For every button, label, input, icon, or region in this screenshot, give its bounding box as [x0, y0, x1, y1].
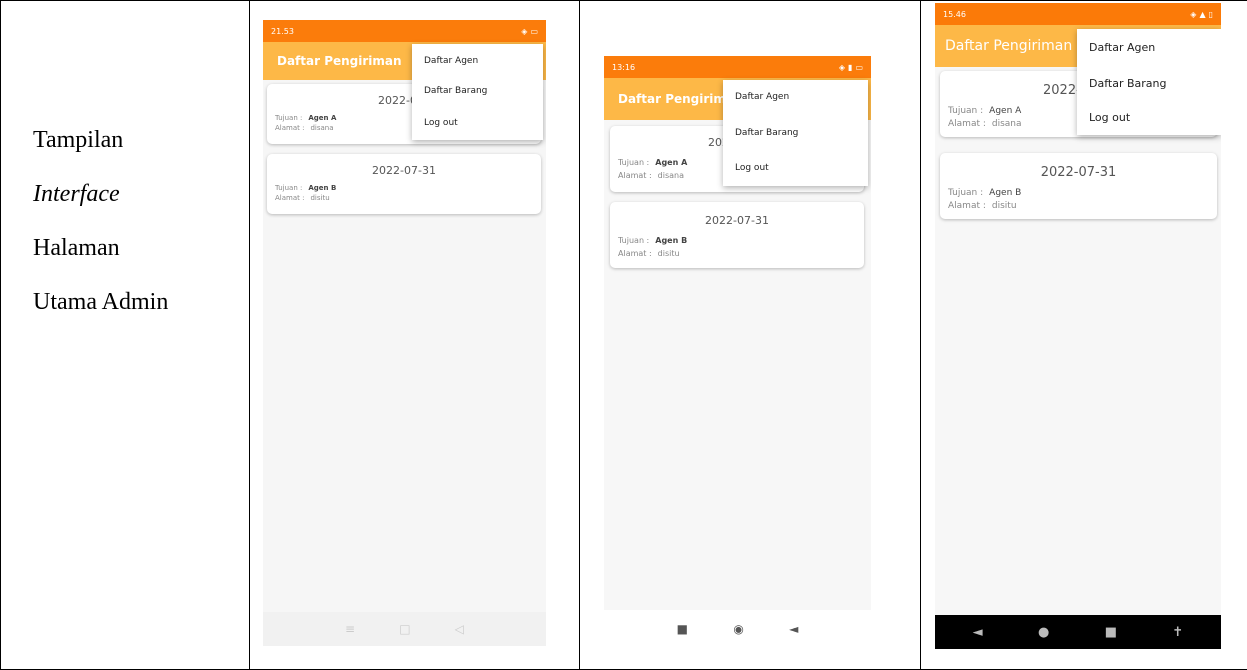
phone-screenshot-2: 13:16 ◈ ▮ ▭ Daftar Pengiriman 202 Tujuan :…: [604, 56, 871, 648]
app-title: Daftar Pengiriman: [945, 38, 1073, 54]
app-title: Daftar Pengiriman: [277, 54, 402, 68]
phone-screenshot-3: 15.46 ◈ ▲ ▯ Daftar Pengiriman 2022- Tujuan…: [935, 3, 1221, 649]
caption-line-1: Tampilan: [33, 127, 124, 153]
phone-screenshot-1: 21.53 ◈ ▭ Daftar Pengiriman 2022-07 Tujua…: [263, 20, 546, 646]
menu-item-daftar-barang[interactable]: Daftar Barang: [424, 86, 487, 96]
card-alamat-row: Alamat : disana: [948, 119, 1022, 129]
card-tujuan-row: Tujuan : Agen A: [948, 106, 1022, 116]
caption-line-3: Halaman: [33, 235, 120, 261]
recents-icon[interactable]: ■: [677, 622, 688, 636]
overflow-menu: Daftar Agen Daftar Barang Log out: [412, 44, 543, 140]
card-tujuan-row: Tujuan : Agen B: [618, 236, 688, 245]
signal-icon: ▮: [848, 62, 853, 72]
card-alamat-row: Alamat : disitu: [618, 249, 680, 258]
status-icons: ◈ ▮ ▭: [839, 63, 863, 72]
menu-item-daftar-agen[interactable]: Daftar Agen: [735, 92, 789, 102]
card-date: 2022-07-31: [372, 164, 436, 177]
status-bar: 13:16 ◈ ▮ ▭: [604, 56, 871, 78]
caption-line-4: Utama Admin: [33, 289, 169, 315]
navigation-bar: ◄ ● ■ ✝: [935, 615, 1221, 649]
status-time: 13:16: [612, 62, 636, 72]
card-date: 2022-07-31: [705, 214, 769, 227]
card-alamat-row: Alamat : disana: [275, 124, 334, 132]
menu-item-daftar-agen[interactable]: Daftar Agen: [1089, 41, 1155, 54]
menu-item-log-out[interactable]: Log out: [1089, 111, 1130, 124]
card-date: 2022-07-31: [1040, 165, 1117, 180]
menu-item-daftar-barang[interactable]: Daftar Barang: [1089, 77, 1166, 90]
card-alamat-row: Alamat : disana: [618, 171, 685, 180]
accessibility-icon[interactable]: ✝: [1172, 625, 1183, 640]
wifi-icon: ◈: [838, 62, 846, 72]
status-time: 15.46: [943, 9, 966, 19]
battery-icon: ▭: [855, 62, 863, 72]
menu-item-log-out[interactable]: Log out: [735, 163, 769, 173]
delivery-card[interactable]: 2022-07-31 Tujuan : Agen B Alamat : disitu: [267, 154, 541, 214]
menu-item-daftar-agen[interactable]: Daftar Agen: [424, 56, 478, 66]
menu-icon[interactable]: ≡: [345, 622, 355, 636]
menu-item-log-out[interactable]: Log out: [424, 118, 458, 128]
back-icon[interactable]: ◄: [789, 622, 798, 636]
status-time: 21.53: [271, 26, 294, 36]
status-icons: ◈ ▭: [521, 27, 538, 36]
signal-icon: ▲: [1199, 9, 1206, 19]
card-tujuan-row: Tujuan : Agen A: [275, 114, 337, 122]
home-icon[interactable]: ●: [1038, 625, 1049, 640]
wifi-icon: ◈: [521, 26, 528, 36]
delivery-card[interactable]: 2022-07-31 Tujuan : Agen B Alamat : disitu: [940, 153, 1217, 219]
home-icon[interactable]: □: [399, 622, 410, 636]
card-alamat-row: Alamat : disitu: [275, 194, 330, 202]
caption-cell: Tampilan Interface Halaman Utama Admin: [0, 0, 250, 670]
battery-icon: ▭: [530, 26, 538, 36]
recents-icon[interactable]: ■: [1105, 625, 1117, 640]
home-icon[interactable]: ◉: [733, 622, 743, 636]
caption-text: Tampilan Interface Halaman Utama Admin: [33, 113, 168, 329]
overflow-menu: Daftar Agen Daftar Barang Log out: [723, 80, 868, 186]
status-bar: 15.46 ◈ ▲ ▯: [935, 3, 1221, 25]
back-icon[interactable]: ◄: [973, 625, 983, 640]
caption-line-2: Interface: [33, 181, 120, 207]
overflow-menu: Daftar Agen Daftar Barang Log out: [1077, 29, 1221, 135]
delivery-card[interactable]: 2022-07-31 Tujuan : Agen B Alamat : disitu: [610, 202, 864, 268]
card-tujuan-row: Tujuan : Agen A: [618, 158, 688, 167]
navigation-bar: ■ ◉ ◄: [604, 610, 871, 648]
navigation-bar: ≡ □ ◁: [263, 612, 546, 646]
wifi-icon: ◈: [1190, 9, 1197, 19]
battery-icon: ▯: [1208, 9, 1213, 19]
back-icon[interactable]: ◁: [455, 622, 464, 636]
card-tujuan-row: Tujuan : Agen B: [275, 184, 337, 192]
card-tujuan-row: Tujuan : Agen B: [948, 188, 1022, 198]
menu-item-daftar-barang[interactable]: Daftar Barang: [735, 128, 798, 138]
status-icons: ◈ ▲ ▯: [1190, 10, 1213, 19]
card-alamat-row: Alamat : disitu: [948, 201, 1017, 211]
status-bar: 21.53 ◈ ▭: [263, 20, 546, 42]
